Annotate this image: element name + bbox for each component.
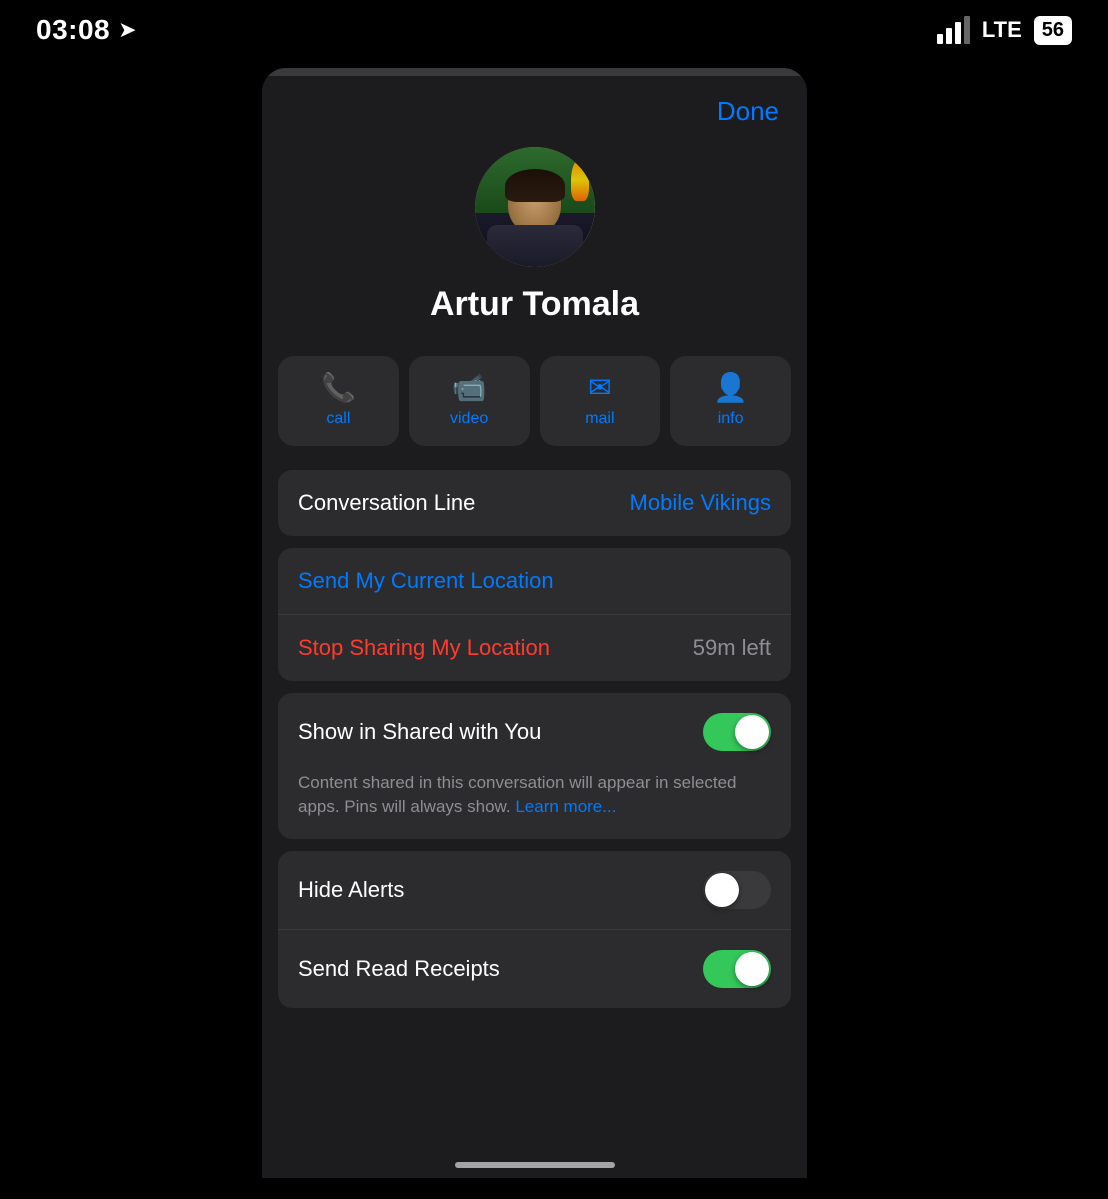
shared-with-you-toggle[interactable] xyxy=(703,713,771,751)
stop-location-row[interactable]: Stop Sharing My Location 59m left xyxy=(278,614,791,681)
done-row: Done xyxy=(262,76,807,137)
mail-label: mail xyxy=(585,410,614,428)
hide-alerts-label: Hide Alerts xyxy=(298,877,404,903)
send-read-receipts-row: Send Read Receipts xyxy=(278,929,791,1008)
time-left-value: 59m left xyxy=(693,635,771,661)
avatar-section: Artur Tomala xyxy=(262,137,807,344)
stop-location-label: Stop Sharing My Location xyxy=(298,635,550,661)
action-buttons-row: 📞 call 📹 video ✉ mail 👤 info xyxy=(262,344,807,458)
video-label: video xyxy=(450,410,488,428)
call-icon: 📞 xyxy=(321,374,356,402)
phone-top-bar xyxy=(262,68,807,76)
status-right: LTE 56 xyxy=(937,16,1072,45)
location-section: Send My Current Location Stop Sharing My… xyxy=(278,548,791,681)
status-time: 03:08 xyxy=(36,14,110,46)
video-button[interactable]: 📹 video xyxy=(409,356,530,446)
learn-more-link[interactable]: Learn more... xyxy=(515,797,616,816)
phone-frame: Done xyxy=(262,68,807,1178)
navigation-arrow-icon: ➤ xyxy=(118,17,136,43)
send-read-receipts-knob xyxy=(735,952,769,986)
info-label: info xyxy=(718,410,744,428)
shared-with-you-label: Show in Shared with You xyxy=(298,719,541,745)
video-icon: 📹 xyxy=(452,374,487,402)
toggle-knob xyxy=(735,715,769,749)
info-icon: 👤 xyxy=(713,374,748,402)
call-button[interactable]: 📞 call xyxy=(278,356,399,446)
hide-alerts-toggle[interactable] xyxy=(703,871,771,909)
phone-content: Done xyxy=(262,76,807,1008)
avatar xyxy=(475,147,595,267)
alerts-section: Hide Alerts Send Read Receipts xyxy=(278,851,791,1008)
conversation-line-row[interactable]: Conversation Line Mobile Vikings xyxy=(278,470,791,536)
mail-icon: ✉ xyxy=(588,374,611,402)
done-button[interactable]: Done xyxy=(717,96,779,127)
conversation-line-value: Mobile Vikings xyxy=(630,490,771,516)
send-read-receipts-label: Send Read Receipts xyxy=(298,956,500,982)
battery-level: 56 xyxy=(1034,16,1072,45)
send-location-row[interactable]: Send My Current Location xyxy=(278,548,791,614)
info-button[interactable]: 👤 info xyxy=(670,356,791,446)
mail-button[interactable]: ✉ mail xyxy=(540,356,661,446)
shared-description: Content shared in this conversation will… xyxy=(278,771,791,831)
call-label: call xyxy=(326,410,350,428)
send-read-receipts-toggle[interactable] xyxy=(703,950,771,988)
send-location-label: Send My Current Location xyxy=(298,568,554,594)
status-bar: 03:08 ➤ LTE 56 xyxy=(0,0,1108,60)
hide-alerts-row: Hide Alerts xyxy=(278,851,791,929)
shared-with-you-section: Show in Shared with You Content shared i… xyxy=(278,693,791,839)
hide-alerts-knob xyxy=(705,873,739,907)
contact-name: Artur Tomala xyxy=(430,285,639,324)
conversation-line-label: Conversation Line xyxy=(298,490,475,516)
network-type: LTE xyxy=(982,17,1022,43)
shared-with-you-row: Show in Shared with You xyxy=(278,693,791,771)
home-indicator xyxy=(455,1162,615,1168)
conversation-line-section: Conversation Line Mobile Vikings xyxy=(278,470,791,536)
signal-bars-icon xyxy=(937,16,970,44)
